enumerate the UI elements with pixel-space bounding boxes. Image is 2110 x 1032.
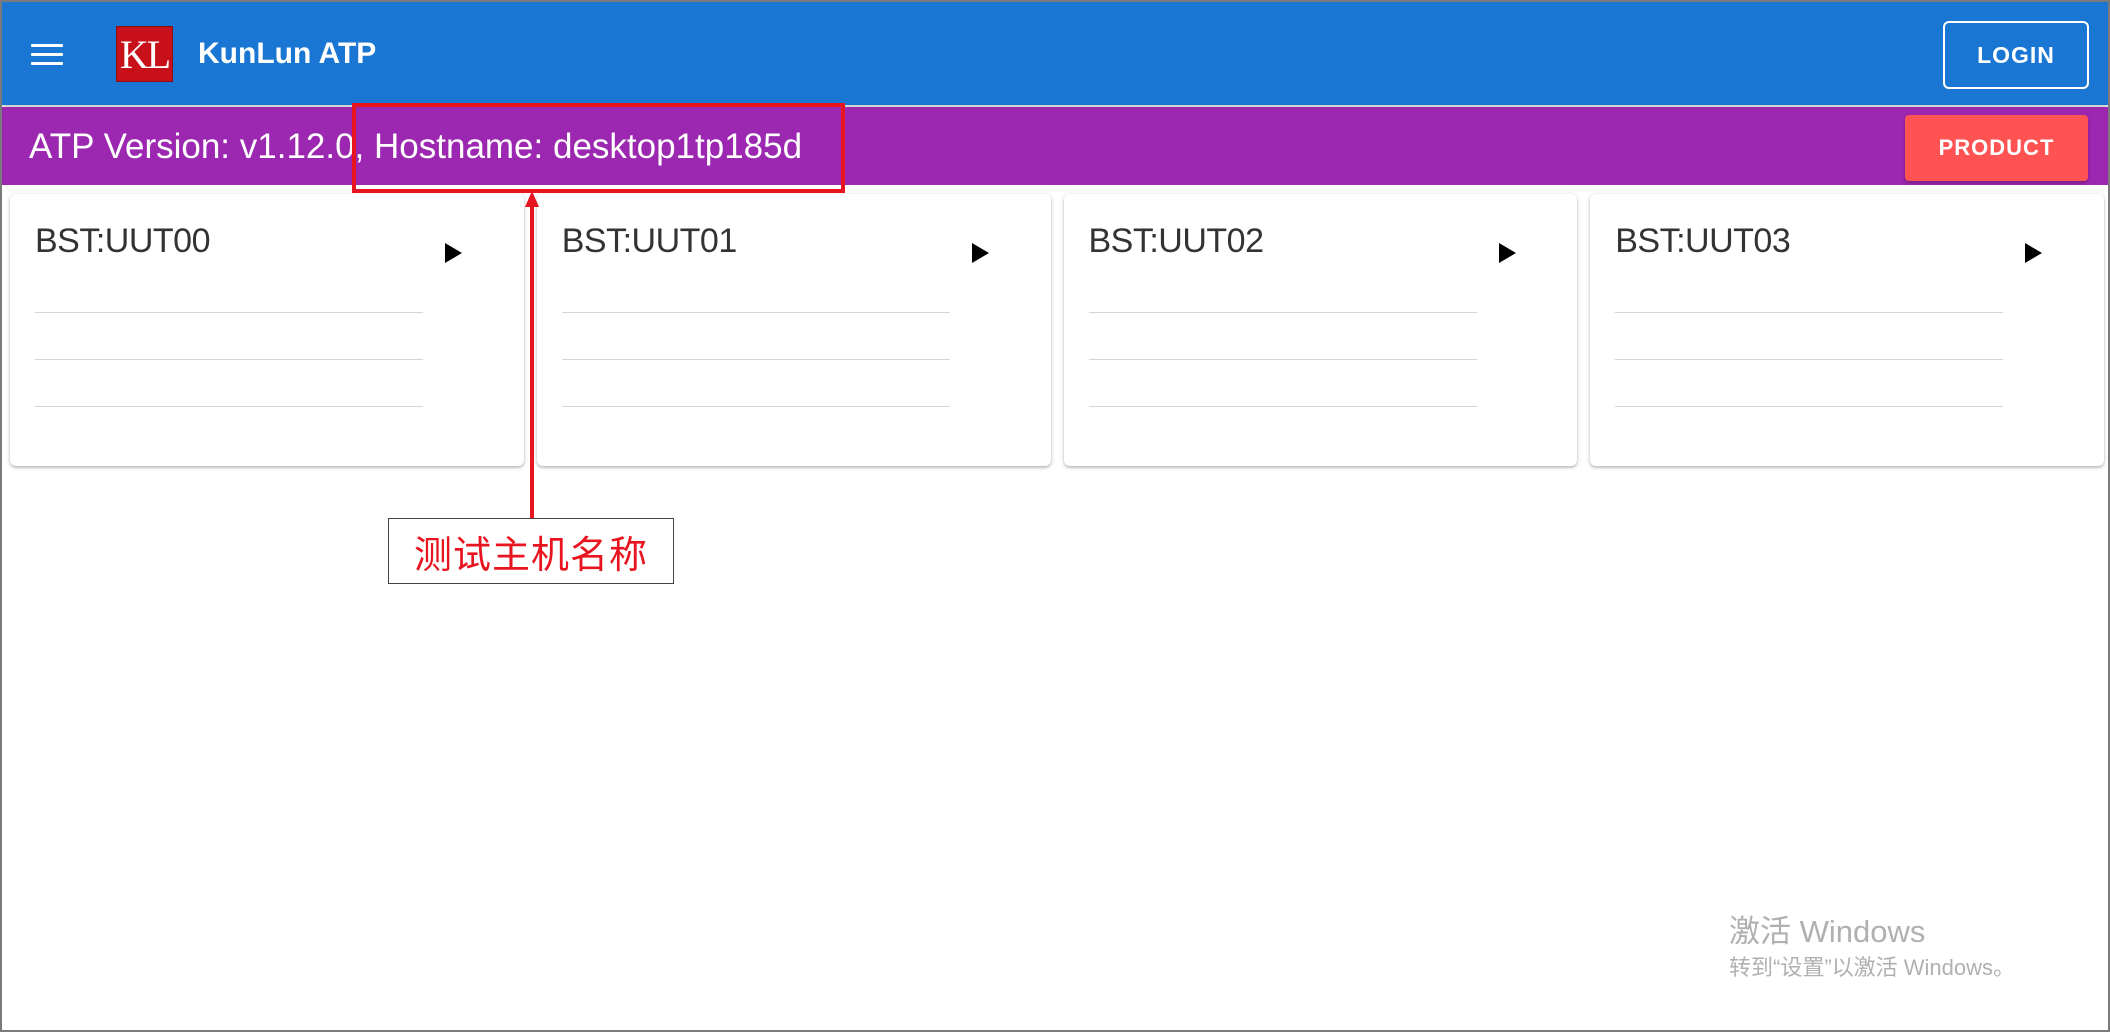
uut-card: BST:UUT03 [1590, 194, 2104, 466]
play-button[interactable] [1494, 238, 1524, 268]
card-divider [1088, 406, 1477, 407]
play-icon [1498, 243, 1516, 263]
play-icon [971, 243, 989, 263]
card-divider [1088, 312, 1477, 313]
card-divider [1615, 406, 2004, 407]
card-divider [1615, 359, 2004, 360]
uut-card: BST:UUT01 [536, 194, 1051, 466]
card-divider [35, 359, 423, 360]
app-logo: KL [116, 26, 173, 82]
play-icon [445, 243, 462, 263]
card-divider [561, 312, 950, 313]
app-window: KL KunLun ATP LOGIN ATP Version: v1.12.0… [0, 0, 2110, 1032]
card-divider [561, 406, 950, 407]
app-bar: KL KunLun ATP LOGIN [2, 2, 2108, 105]
app-title: KunLun ATP [198, 37, 377, 70]
play-button[interactable] [2020, 238, 2050, 268]
card-divider [1088, 359, 1477, 360]
card-divider [35, 312, 423, 313]
uut-card-title: BST:UUT01 [561, 222, 738, 260]
play-button[interactable] [440, 238, 470, 268]
arrow-up-icon [525, 191, 539, 521]
play-button[interactable] [967, 238, 997, 268]
card-divider [35, 406, 423, 407]
product-button[interactable]: PRODUCT [1905, 115, 2088, 181]
login-button[interactable]: LOGIN [1943, 21, 2089, 89]
uut-card: BST:UUT00 [10, 194, 524, 466]
menu-icon [31, 44, 63, 66]
info-bar: ATP Version: v1.12.0, Hostname: desktop1… [2, 107, 2108, 185]
windows-activation-subtitle: 转到“设置”以激活 Windows。 [1729, 955, 2016, 980]
hostname-highlight-box [352, 103, 845, 193]
annotation-callout: 测试主机名称 [388, 518, 674, 584]
card-divider [561, 359, 950, 360]
uut-card-title: BST:UUT02 [1088, 222, 1265, 260]
windows-activation-title: 激活 Windows [1729, 914, 1926, 949]
card-divider [1615, 312, 2004, 313]
uut-card-title: BST:UUT00 [35, 222, 211, 260]
play-icon [2025, 243, 2043, 263]
uut-card-list: BST:UUT00 BST:UUT01 BST:UUT02 BST:UUT03 [10, 194, 2104, 466]
uut-card-title: BST:UUT03 [1615, 222, 1791, 260]
menu-button[interactable] [22, 32, 72, 78]
uut-card: BST:UUT02 [1063, 194, 1578, 466]
